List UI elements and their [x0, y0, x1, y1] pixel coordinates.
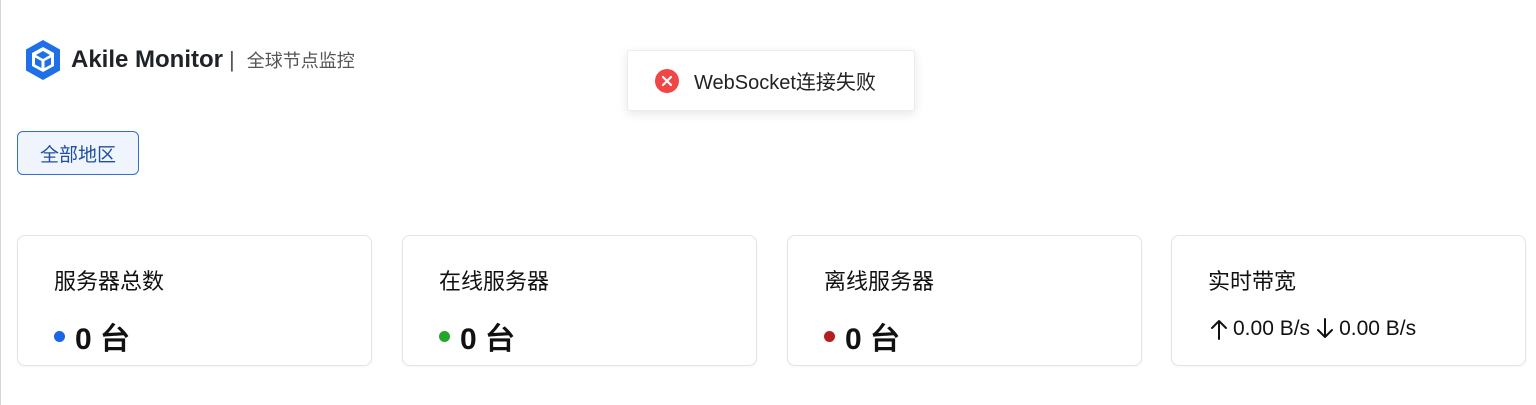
status-dot-blue — [54, 330, 65, 342]
region-filter-button[interactable]: 全部地区 — [17, 131, 139, 175]
status-dot-red — [824, 330, 835, 342]
toast-message: WebSocket连接失败 — [694, 72, 876, 94]
upload-speed: 0.00 B/s — [1233, 317, 1311, 340]
arrow-up-icon — [1208, 316, 1230, 342]
card-value: 0 台 — [824, 314, 900, 358]
card-offline-servers: 离线服务器 0 台 — [787, 235, 1142, 366]
download-speed: 0.00 B/s — [1339, 317, 1417, 340]
card-title: 离线服务器 — [824, 269, 935, 294]
card-title: 服务器总数 — [54, 269, 165, 294]
error-circle-icon — [655, 68, 679, 93]
brand-separator: | — [229, 47, 235, 72]
stats-cards: 服务器总数 0 台 在线服务器 0 台 离线服务器 0 台 实时带宽 0.00 … — [17, 235, 1529, 366]
card-realtime-bandwidth: 实时带宽 0.00 B/s 0.00 B/s — [1171, 235, 1526, 366]
brand-name[interactable]: Akile Monitor — [71, 46, 223, 74]
card-value: 0 台 — [439, 314, 515, 358]
status-dot-green — [439, 330, 450, 342]
total-count: 0 台 — [75, 323, 131, 356]
online-count: 0 台 — [460, 323, 516, 356]
arrow-down-icon — [1314, 316, 1336, 342]
cube-logo-icon[interactable] — [23, 38, 63, 82]
offline-count: 0 台 — [845, 323, 901, 356]
card-online-servers: 在线服务器 0 台 — [402, 235, 757, 366]
header: Akile Monitor | 全球节点监控 — [23, 38, 355, 82]
card-title: 在线服务器 — [439, 269, 550, 294]
error-toast: WebSocket连接失败 — [627, 50, 915, 111]
bandwidth-value: 0.00 B/s 0.00 B/s — [1208, 316, 1416, 342]
page: Akile Monitor | 全球节点监控 WebSocket连接失败 全部地… — [0, 0, 1536, 405]
card-title: 实时带宽 — [1208, 269, 1297, 294]
card-value: 0 台 — [54, 314, 130, 358]
card-total-servers: 服务器总数 0 台 — [17, 235, 372, 366]
brand-subtitle: 全球节点监控 — [246, 51, 355, 71]
